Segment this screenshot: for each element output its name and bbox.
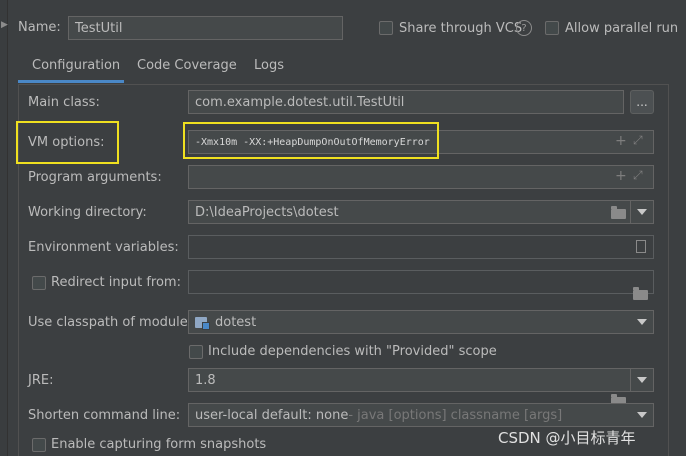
- working-directory-field[interactable]: D:\IdeaProjects\dotest: [188, 200, 654, 224]
- redirect-input-field[interactable]: [188, 270, 654, 294]
- working-directory-label: Working directory:: [28, 205, 147, 220]
- shorten-command-line-select[interactable]: user-local default: none - java [options…: [188, 403, 654, 427]
- expand-icon[interactable]: ⤢: [633, 168, 643, 183]
- expand-icon[interactable]: ⤢: [633, 133, 643, 148]
- classpath-module-label: Use classpath of module:: [28, 315, 193, 330]
- shorten-command-line-label: Shorten command line:: [28, 408, 181, 423]
- tab-code-coverage[interactable]: Code Coverage: [137, 58, 237, 73]
- chevron-down-icon[interactable]: [637, 412, 647, 418]
- jre-label: JRE:: [28, 373, 54, 388]
- main-class-label: Main class:: [28, 95, 100, 110]
- share-vcs-checkbox[interactable]: [379, 21, 393, 35]
- name-field-value: TestUtil: [75, 20, 123, 36]
- classpath-module-select[interactable]: dotest: [188, 310, 654, 334]
- jre-field[interactable]: 1.8: [188, 368, 654, 392]
- name-field[interactable]: TestUtil: [68, 16, 343, 40]
- allow-parallel-checkbox[interactable]: [545, 21, 559, 35]
- share-vcs-label: Share through VCS: [399, 21, 523, 36]
- chevron-down-icon[interactable]: [637, 319, 647, 325]
- working-directory-dropdown[interactable]: [630, 201, 653, 223]
- shorten-command-line-hint: - java [options] classname [args]: [348, 407, 563, 423]
- chevron-down-icon: [637, 209, 647, 215]
- left-edge-strip: [0, 0, 8, 456]
- chevron-right-icon[interactable]: ▶: [1, 20, 8, 30]
- add-icon[interactable]: +: [615, 168, 627, 184]
- include-dependencies-checkbox[interactable]: [189, 345, 203, 359]
- shorten-command-line-value: user-local default: none: [195, 407, 349, 423]
- tab-configuration[interactable]: Configuration: [32, 58, 120, 73]
- browse-button[interactable]: ...: [630, 90, 654, 114]
- environment-variables-field[interactable]: [188, 235, 654, 259]
- module-icon: [195, 316, 210, 330]
- include-dependencies-label: Include dependencies with "Provided" sco…: [208, 344, 497, 359]
- redirect-input-checkbox[interactable]: [32, 276, 46, 290]
- jre-value: 1.8: [195, 372, 216, 388]
- capture-snapshots-label: Enable capturing form snapshots: [51, 437, 267, 452]
- chevron-down-icon: [637, 377, 647, 383]
- vm-options-label-text: VM options:: [28, 135, 105, 150]
- main-class-field[interactable]: com.example.dotest.util.TestUtil: [188, 90, 624, 114]
- program-arguments-field[interactable]: [188, 165, 654, 189]
- add-icon[interactable]: +: [615, 133, 627, 149]
- folder-icon[interactable]: [633, 287, 648, 300]
- csdn-watermark: CSDN @小目标青年: [498, 429, 636, 447]
- tab-logs[interactable]: Logs: [254, 58, 284, 73]
- active-tab-indicator: [18, 80, 124, 83]
- program-arguments-label: Program arguments:: [28, 170, 162, 185]
- jre-dropdown[interactable]: [630, 369, 653, 391]
- redirect-input-label: Redirect input from:: [51, 275, 181, 290]
- vm-options-label: VM options:: [28, 135, 105, 150]
- allow-parallel-label: Allow parallel run: [565, 21, 679, 36]
- document-icon[interactable]: [636, 240, 646, 253]
- folder-icon[interactable]: [611, 206, 626, 219]
- capture-snapshots-checkbox[interactable]: [32, 438, 46, 452]
- working-directory-value: D:\IdeaProjects\dotest: [195, 204, 339, 220]
- help-icon[interactable]: ?: [516, 20, 532, 36]
- environment-variables-label: Environment variables:: [28, 240, 179, 255]
- vm-options-value-highlight: [183, 122, 439, 159]
- name-label: Name:: [18, 20, 61, 35]
- classpath-module-value: dotest: [215, 314, 257, 330]
- main-class-value: com.example.dotest.util.TestUtil: [195, 94, 405, 110]
